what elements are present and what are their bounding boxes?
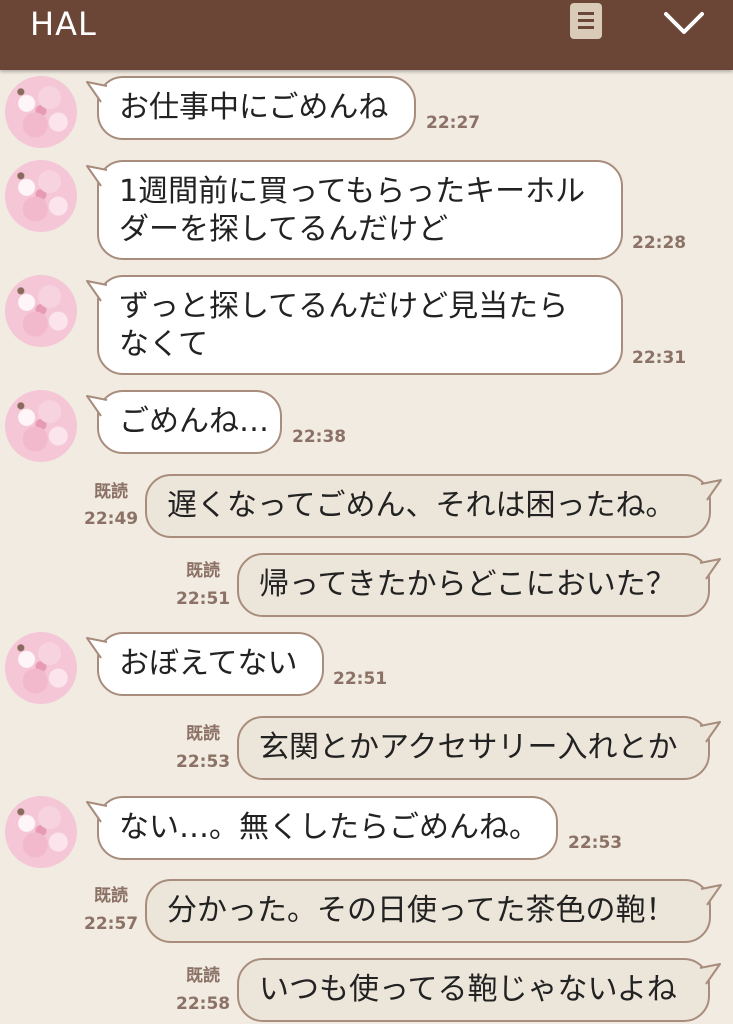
message-text: ダーを探してるんだけど	[119, 212, 449, 247]
avatar[interactable]	[5, 160, 77, 232]
message-time: 22:57	[84, 914, 139, 934]
partner-message-bubble[interactable]: ずっと探してるんだけど見当たら なくて	[97, 275, 623, 375]
message-time: 22:58	[176, 994, 231, 1014]
own-message-bubble[interactable]: 分かった。その日使ってた茶色の鞄！	[145, 879, 711, 943]
own-message-bubble[interactable]: 帰ってきたからどこにおいた？	[237, 553, 710, 617]
message-time: 22:51	[333, 669, 388, 689]
avatar[interactable]	[5, 632, 77, 704]
message-text: いつも使ってる鞄じゃないよね	[259, 972, 677, 1007]
bubble-tail	[700, 479, 722, 501]
read-receipt: 既読	[186, 724, 220, 744]
bubble-tail	[699, 963, 721, 985]
message-text: 帰ってきたからどこにおいた？	[259, 567, 676, 602]
chevron-down-icon[interactable]	[660, 8, 708, 38]
partner-message-bubble[interactable]: ごめんね…	[97, 390, 282, 454]
own-message-bubble[interactable]: いつも使ってる鞄じゃないよね	[237, 958, 710, 1022]
message-text: お仕事中にごめんね	[119, 90, 389, 125]
read-receipt: 既読	[186, 966, 220, 986]
chat-title: HAL	[30, 5, 97, 43]
message-time: 22:27	[426, 113, 481, 133]
message-text: なくて	[119, 327, 209, 362]
message-text: 遅くなってごめん、それは困ったね。	[167, 488, 676, 523]
own-message-bubble[interactable]: 遅くなってごめん、それは困ったね。	[145, 474, 711, 538]
bubble-tail	[86, 280, 108, 302]
message-time: 22:28	[632, 233, 687, 253]
bubble-tail	[86, 81, 108, 103]
menu-list-icon[interactable]	[570, 3, 602, 39]
message-text: 分かった。その日使ってた茶色の鞄！	[167, 893, 676, 928]
message-time: 22:53	[568, 833, 623, 853]
bubble-tail	[699, 721, 721, 743]
bubble-tail	[86, 801, 108, 823]
read-receipt: 既読	[94, 482, 128, 502]
message-text: 1週間前に買ってもらったキーホル	[119, 174, 586, 209]
message-time: 22:38	[292, 427, 347, 447]
message-time: 22:51	[176, 589, 231, 609]
bubble-tail	[86, 395, 108, 417]
message-text: おぼえてない	[119, 646, 298, 681]
read-receipt: 既読	[94, 886, 128, 906]
read-receipt: 既読	[186, 561, 220, 581]
message-text: ない…。無くしたらごめんね。	[119, 810, 539, 845]
partner-message-bubble[interactable]: 1週間前に買ってもらったキーホル ダーを探してるんだけど	[97, 160, 623, 260]
chat-header: HAL	[0, 0, 733, 70]
own-message-bubble[interactable]: 玄関とかアクセサリー入れとか	[237, 716, 710, 780]
message-text: ずっと探してるんだけど見当たら	[119, 289, 569, 324]
message-text: ごめんね…	[119, 404, 269, 439]
avatar[interactable]	[5, 275, 77, 347]
avatar[interactable]	[5, 76, 77, 148]
bubble-tail	[86, 637, 108, 659]
avatar[interactable]	[5, 796, 77, 868]
partner-message-bubble[interactable]: お仕事中にごめんね	[97, 76, 416, 140]
message-time: 22:53	[176, 752, 231, 772]
message-time: 22:31	[632, 348, 687, 368]
message-text: 玄関とかアクセサリー入れとか	[259, 730, 678, 765]
message-time: 22:49	[84, 509, 139, 529]
bubble-tail	[699, 558, 721, 580]
partner-message-bubble[interactable]: ない…。無くしたらごめんね。	[97, 796, 558, 860]
bubble-tail	[86, 165, 108, 187]
partner-message-bubble[interactable]: おぼえてない	[97, 632, 324, 696]
avatar[interactable]	[5, 390, 77, 462]
bubble-tail	[700, 884, 722, 906]
